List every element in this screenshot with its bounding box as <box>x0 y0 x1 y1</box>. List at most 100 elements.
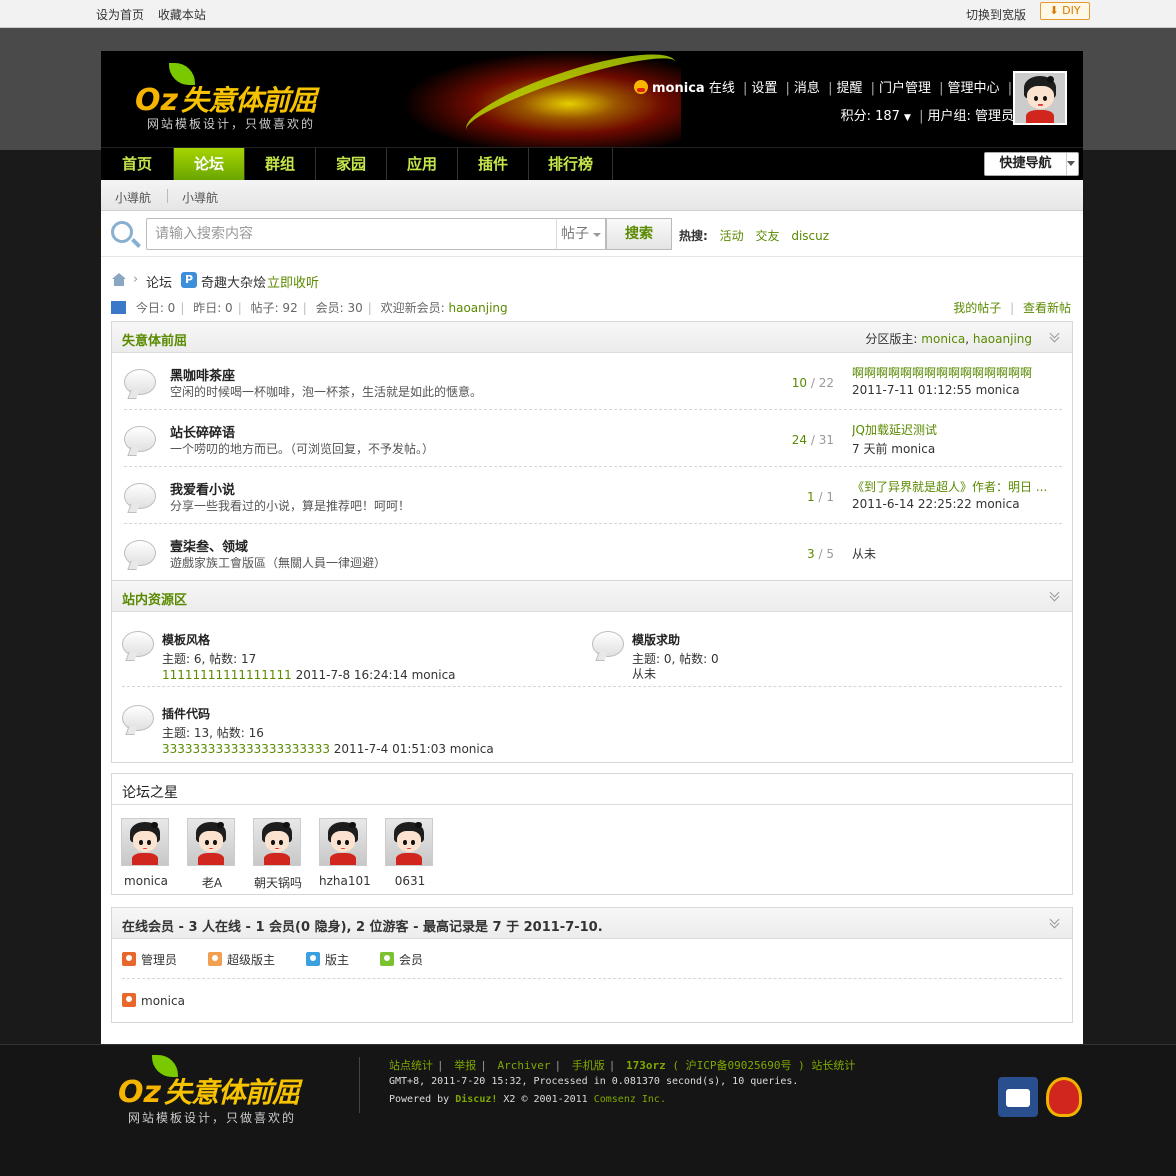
forum-name[interactable]: 壹柒叁、领域 <box>170 536 248 555</box>
nav-plugins[interactable]: 插件 <box>458 148 529 180</box>
nav-home-space[interactable]: 家园 <box>316 148 387 180</box>
category-title[interactable]: 站内资源区 <box>122 589 187 608</box>
my-posts-link[interactable]: 我的帖子 <box>953 301 1001 315</box>
qq-penguin-icon <box>634 80 648 94</box>
footer-link[interactable]: ( 沪ICP备09025690号 ) <box>672 1059 804 1072</box>
nav-group[interactable]: 群组 <box>245 148 316 180</box>
nav-forum[interactable]: 论坛 <box>174 148 245 180</box>
footer-link[interactable]: 173orz <box>626 1059 666 1072</box>
collapse-icon[interactable] <box>1050 332 1060 342</box>
bookmark-link[interactable]: 收藏本站 <box>158 8 206 22</box>
last-post-link[interactable]: 啊啊啊啊啊啊啊啊啊啊啊啊啊啊啊 <box>852 364 1057 381</box>
chart-icon <box>111 301 126 314</box>
hot-search-link[interactable]: 交友 <box>755 229 779 243</box>
follow-link[interactable]: 立即收听 <box>267 272 319 291</box>
online-title[interactable]: 在线会员 - 3 人在线 - 1 会员(0 隐身), 2 位游客 - 最高记录是… <box>122 916 603 935</box>
star-user[interactable]: 老A <box>187 818 237 891</box>
newest-member-link[interactable]: haoanjing <box>448 301 507 315</box>
nav-ranking[interactable]: 排行榜 <box>529 148 613 180</box>
logo-slogan: 网站模板设计，只做喜欢的 <box>147 117 316 131</box>
wide-switch-link[interactable]: 切换到宽版 <box>966 6 1026 23</box>
nav-apps[interactable]: 应用 <box>387 148 458 180</box>
collapse-icon[interactable] <box>1050 591 1060 601</box>
user-avatar[interactable] <box>1013 71 1067 125</box>
forum-name[interactable]: 插件代码 <box>162 705 210 722</box>
category-box: 失意体前屈 分区版主: monica, haoanjing 黑咖啡茶座 空闲的时… <box>111 321 1073 581</box>
footer-link[interactable]: 举报 <box>454 1059 476 1072</box>
notices-link[interactable]: 提醒 <box>836 81 862 96</box>
forum-stars-box: 论坛之星 monica 老A 朝天锅吗 hzha101 0631 <box>111 773 1073 895</box>
search-input[interactable]: 请输入搜索内容 <box>146 218 558 250</box>
footer-logo[interactable]: Oz 失意体前屈 网站模板设计，只做喜欢的 <box>118 1055 378 1135</box>
discuz-link[interactable]: Discuz! <box>455 1094 497 1105</box>
footer-link[interactable]: Archiver <box>498 1059 551 1072</box>
hot-search-link[interactable]: discuz <box>791 229 829 243</box>
nav-home[interactable]: 首页 <box>101 148 174 180</box>
forum-desc: 空闲的时候喝一杯咖啡，泡一杯茶，生活就是如此的惬意。 <box>170 385 483 399</box>
username-link[interactable]: monica <box>652 81 705 96</box>
new-posts-link[interactable]: 查看新帖 <box>1023 301 1071 315</box>
security-badge-icon[interactable] <box>1046 1077 1082 1117</box>
sub-nav-item[interactable]: 小導航 <box>182 189 218 206</box>
messages-link[interactable]: 消息 <box>794 81 820 96</box>
hot-search-link[interactable]: 活动 <box>720 229 744 243</box>
search-scope-select[interactable]: 帖子 <box>556 218 606 250</box>
admin-center-link[interactable]: 管理中心 <box>948 81 1000 96</box>
footer-link[interactable]: 站长统计 <box>811 1059 855 1072</box>
forum-name[interactable]: 我爱看小说 <box>170 479 235 498</box>
legend-mod: 版主 <box>306 951 349 968</box>
points-dropdown[interactable]: 积分: 187 <box>841 109 900 124</box>
quick-nav-button[interactable]: 快捷导航 <box>984 152 1079 176</box>
chevron-down-icon[interactable]: ▼ <box>904 113 911 123</box>
moderator-link[interactable]: monica <box>921 332 965 346</box>
comsenz-link[interactable]: Comsenz Inc. <box>594 1094 666 1105</box>
forum-count: 3 / 5 <box>807 547 834 561</box>
last-post-link[interactable]: JQ加载延迟测试 <box>852 421 1057 438</box>
star-user[interactable]: 朝天锅吗 <box>253 818 303 891</box>
portal-admin-link[interactable]: 门户管理 <box>879 81 931 96</box>
forum-name[interactable]: 模版求助 <box>632 631 680 648</box>
forum-name[interactable]: 模板风格 <box>162 631 210 648</box>
star-user[interactable]: monica <box>121 818 171 888</box>
last-post-info: 2011-6-14 22:25:22 monica <box>852 497 1020 511</box>
search-icon <box>111 221 133 243</box>
footer-link[interactable]: 手机版 <box>572 1059 605 1072</box>
resource-forum: 模板风格 主题: 6, 帖数: 17 11111111111111111 201… <box>122 619 582 691</box>
forum-desc: 一个唠叨的地方而已。（可浏览回复，不予发帖。） <box>170 442 435 456</box>
forum-row: 壹柒叁、领域 遊戲家族工會版區（無關人員一律迴避） 3 / 5 从未 <box>124 524 1062 581</box>
search-button[interactable]: 搜索 <box>606 218 672 250</box>
settings-link[interactable]: 设置 <box>751 81 777 96</box>
last-post-info: 7 天前 monica <box>852 442 936 456</box>
star-user[interactable]: 0631 <box>385 818 435 888</box>
sub-nav-item[interactable]: 小導航 <box>115 189 151 206</box>
header: Oz 失意体前屈 网站模板设计，只做喜欢的 monica 在线 | 设置 | 消息 … <box>101 51 1083 147</box>
forum-name[interactable]: 黑咖啡茶座 <box>170 365 235 384</box>
legend-member: 会员 <box>380 951 423 968</box>
forum-row: 站长碎碎语 一个唠叨的地方而已。（可浏览回复，不予发帖。） 24 / 31 JQ… <box>124 410 1062 467</box>
forum-name[interactable]: 站长碎碎语 <box>170 422 235 441</box>
footer-link[interactable]: 站点统计 <box>389 1059 433 1072</box>
admin-user-icon <box>122 993 136 1007</box>
breadcrumb-forum[interactable]: 论坛 <box>146 272 172 291</box>
site-logo[interactable]: Oz 失意体前屈 网站模板设计，只做喜欢的 <box>135 63 435 135</box>
police-badge-icon[interactable] <box>998 1077 1038 1117</box>
portal-p-icon: P <box>181 272 197 288</box>
category-title[interactable]: 失意体前屈 <box>122 330 187 349</box>
footer: Oz 失意体前屈 网站模板设计，只做喜欢的 站点统计 | 举报 | Archiver… <box>0 1044 1176 1176</box>
mod-user-icon <box>306 952 320 966</box>
last-post-link[interactable]: 《到了异界就是超人》作者：明日 ... <box>852 478 1057 495</box>
collapse-icon[interactable] <box>1050 918 1060 928</box>
online-user[interactable]: monica <box>122 993 185 1008</box>
home-icon[interactable] <box>111 273 127 287</box>
resource-forum: 模版求助 主题: 0, 帖数: 0 从未 <box>592 619 1052 691</box>
forum-row: 我爱看小说 分享一些我看过的小说，算是推荐吧！呵呵！ 1 / 1 《到了异界就是… <box>124 467 1062 524</box>
set-home-link[interactable]: 设为首页 <box>96 8 144 22</box>
moderator-link[interactable]: haoanjing <box>973 332 1032 346</box>
last-post-link[interactable]: 3333333333333333333333 <box>162 742 330 756</box>
star-user[interactable]: hzha101 <box>319 818 371 888</box>
diy-button[interactable]: ⬇ DIY <box>1040 2 1090 20</box>
logo-name: 失意体前屈 <box>181 84 317 117</box>
hot-search: 热搜: 活动 交友 discuz <box>679 229 830 243</box>
last-post-link[interactable]: 11111111111111111 <box>162 668 292 682</box>
legend-super-mod: 超级版主 <box>208 951 275 968</box>
